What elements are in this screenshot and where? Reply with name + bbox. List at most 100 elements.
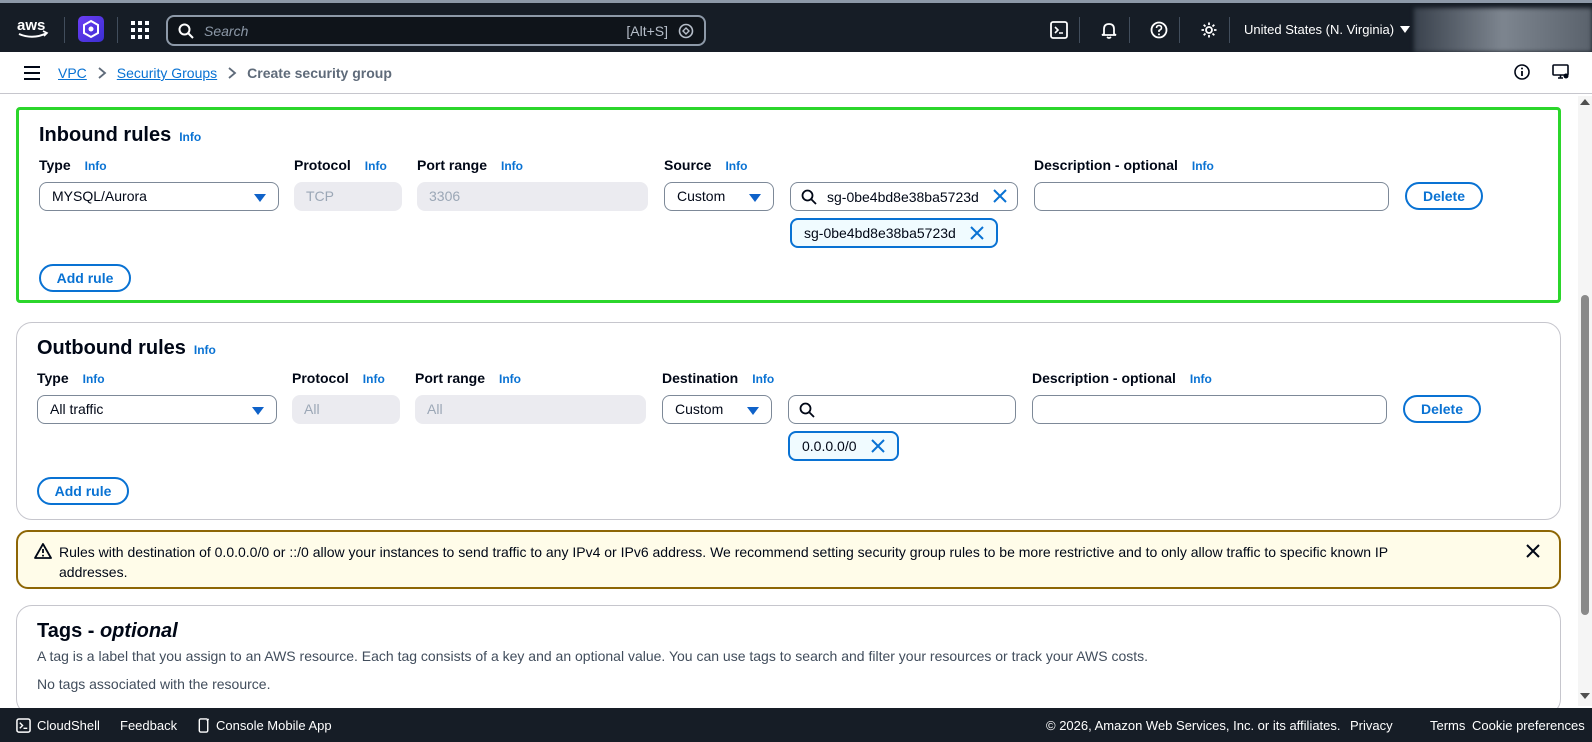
footer-mobile-app-link[interactable]: Console Mobile App: [198, 718, 332, 733]
tags-optional-label: optional: [99, 620, 178, 642]
warning-alert: Rules with destination of 0.0.0.0/0 or :…: [16, 530, 1561, 589]
protocol-info-link[interactable]: Info: [363, 372, 385, 386]
mobile-phone-icon: [198, 718, 210, 733]
svg-text:aws: aws: [17, 17, 45, 34]
settings-gear-icon[interactable]: [1200, 21, 1218, 39]
warning-triangle-icon: [34, 543, 52, 559]
port-range-info-link[interactable]: Info: [499, 372, 521, 386]
scrollbar-thumb[interactable]: [1581, 295, 1589, 615]
breadcrumb-current: Create security group: [247, 65, 392, 81]
cloudshell-icon[interactable]: [1050, 21, 1068, 39]
description-label-text: Description - optional: [1032, 370, 1176, 386]
outbound-add-rule-button[interactable]: Add rule: [37, 477, 129, 505]
type-info-link[interactable]: Info: [85, 159, 107, 173]
search-icon: [799, 402, 815, 418]
warning-message: Rules with destination of 0.0.0.0/0 or :…: [59, 544, 1388, 580]
clear-x-icon[interactable]: [993, 189, 1007, 203]
footer-privacy-link[interactable]: Privacy: [1350, 718, 1393, 733]
notifications-bell-icon[interactable]: [1100, 21, 1118, 39]
protocol-info-link[interactable]: Info: [365, 159, 387, 173]
description-label: Description - optional Info: [1032, 370, 1212, 386]
caret-down-icon: [252, 407, 264, 415]
type-select[interactable]: All traffic: [37, 395, 277, 424]
inbound-rules-title: Inbound rules: [39, 124, 172, 146]
protocol-label: Protocol Info: [292, 370, 385, 386]
protocol-label-text: Protocol: [292, 370, 349, 386]
nav-divider: [64, 17, 65, 43]
breadcrumb: VPC Security Groups Create security grou…: [58, 65, 392, 81]
type-info-link[interactable]: Info: [83, 372, 105, 386]
type-select[interactable]: MYSQL/Aurora: [39, 182, 279, 211]
port-range-info-link[interactable]: Info: [501, 159, 523, 173]
nav-divider: [1079, 17, 1080, 43]
description-info-link[interactable]: Info: [1190, 372, 1212, 386]
protocol-field: All: [292, 395, 400, 424]
search-icon: [801, 189, 817, 205]
search-shortcut: [Alt+S]: [626, 23, 668, 39]
region-selector[interactable]: United States (N. Virginia): [1244, 22, 1411, 37]
nav-divider: [1179, 17, 1180, 43]
caret-down-icon: [254, 194, 266, 202]
footer-feedback-link[interactable]: Feedback: [120, 718, 177, 733]
outbound-delete-button[interactable]: Delete: [1403, 395, 1481, 423]
close-x-icon[interactable]: [1525, 543, 1541, 559]
outbound-rules-title: Outbound rules: [37, 337, 186, 359]
tags-heading: Tags - optional: [37, 620, 178, 643]
remove-token-x-icon[interactable]: [970, 226, 984, 240]
destination-token: 0.0.0.0/0: [788, 431, 899, 461]
keyboard-shortcut-icon: [678, 23, 694, 39]
source-label-text: Source: [664, 157, 712, 173]
footer-terms-link[interactable]: Terms: [1430, 718, 1465, 733]
footer: CloudShell Feedback Console Mobile App ©…: [0, 708, 1592, 742]
type-label: Type Info: [39, 157, 107, 173]
aws-logo-icon[interactable]: aws: [16, 15, 50, 41]
type-label: Type Info: [37, 370, 105, 386]
chevron-right-icon: [228, 67, 237, 79]
caret-down-icon: [749, 194, 761, 202]
inbound-info-link[interactable]: Info: [179, 130, 201, 144]
port-range-field: All: [415, 395, 646, 424]
service-shortcut-icon[interactable]: [78, 16, 104, 42]
footer-cookie-preferences-link[interactable]: Cookie preferences: [1472, 718, 1585, 733]
apps-grid-icon[interactable]: [131, 21, 149, 39]
source-search-input[interactable]: sg-0be4bd8e38ba5723d: [790, 182, 1018, 211]
tags-title: Tags -: [37, 620, 100, 642]
source-select[interactable]: Custom: [664, 182, 774, 211]
port-range-label-text: Port range: [415, 370, 486, 386]
source-info-link[interactable]: Info: [725, 159, 747, 173]
scroll-up-arrow-icon[interactable]: [1580, 99, 1590, 105]
outbound-info-link[interactable]: Info: [194, 343, 216, 357]
description-label: Description - optional Info: [1034, 157, 1214, 173]
destination-info-link[interactable]: Info: [752, 372, 774, 386]
footer-cloudshell-label: CloudShell: [37, 718, 100, 733]
destination-select-value: Custom: [675, 401, 724, 417]
destination-select[interactable]: Custom: [662, 395, 772, 424]
scroll-down-arrow-icon[interactable]: [1580, 693, 1590, 699]
inbound-delete-button[interactable]: Delete: [1405, 182, 1483, 210]
port-range-label: Port range Info: [417, 157, 523, 173]
source-token: sg-0be4bd8e38ba5723d: [790, 218, 998, 248]
remove-token-x-icon[interactable]: [870, 439, 885, 453]
info-panel-icon[interactable]: [1514, 64, 1530, 80]
destination-search-input[interactable]: [788, 395, 1016, 424]
footer-cloudshell-button[interactable]: CloudShell: [16, 718, 100, 733]
description-info-link[interactable]: Info: [1192, 159, 1214, 173]
global-search-input[interactable]: Search [Alt+S]: [166, 15, 706, 46]
destination-label: Destination Info: [662, 370, 774, 386]
description-input[interactable]: [1034, 182, 1389, 211]
breadcrumb-vpc-link[interactable]: VPC: [58, 65, 87, 81]
feedback-screen-icon[interactable]: [1552, 64, 1570, 80]
tags-empty-message: No tags associated with the resource.: [37, 676, 271, 692]
port-range-field: 3306: [417, 182, 648, 211]
account-menu-blurred[interactable]: [1414, 8, 1592, 52]
description-input[interactable]: [1032, 395, 1387, 424]
description-label-text: Description - optional: [1034, 157, 1178, 173]
inbound-add-rule-button[interactable]: Add rule: [39, 264, 131, 292]
type-label-text: Type: [39, 157, 71, 173]
help-icon[interactable]: [1150, 21, 1168, 39]
breadcrumb-security-groups-link[interactable]: Security Groups: [117, 65, 217, 81]
source-token-label: sg-0be4bd8e38ba5723d: [804, 225, 956, 241]
protocol-label: Protocol Info: [294, 157, 387, 173]
menu-hamburger-icon[interactable]: [24, 66, 40, 80]
region-label: United States (N. Virginia): [1244, 22, 1395, 37]
